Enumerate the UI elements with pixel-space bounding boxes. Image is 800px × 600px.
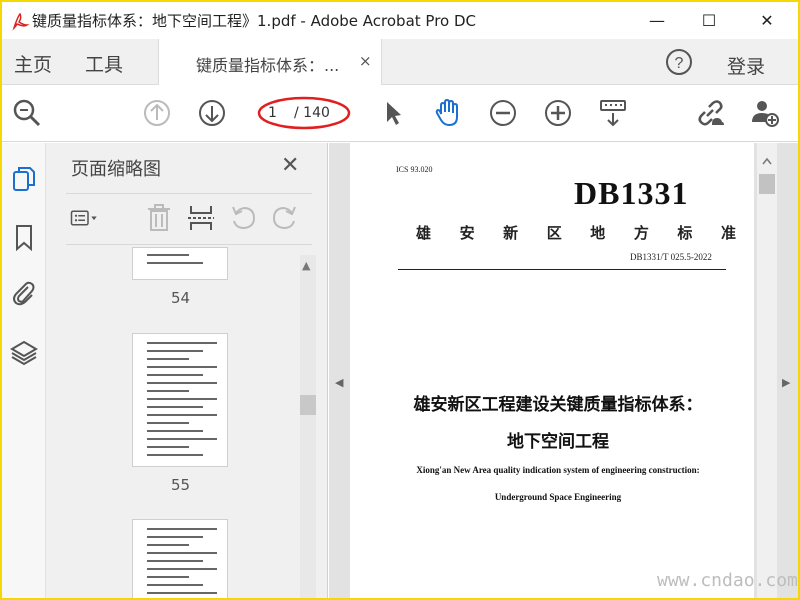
divider: [66, 193, 312, 194]
standard-type-char: 安: [459, 224, 475, 242]
window-title: 键质量指标体系：地下空间工程》1.pdf - Adobe Acrobat Pro…: [32, 12, 477, 30]
document-scrollbar-thumb[interactable]: [759, 174, 775, 194]
page-thumbnail[interactable]: [132, 247, 228, 280]
panel-title: 页面缩略图: [71, 159, 161, 180]
login-button[interactable]: 登录: [727, 52, 765, 79]
ics-code: ICS 93.020: [396, 165, 433, 174]
document-tab-label: 键质量指标体系：...: [196, 56, 340, 75]
add-user-icon[interactable]: [750, 98, 780, 128]
page-thumbnails-panel: 页面缩略图 ✕ 54 55 ▲: [46, 143, 328, 598]
layers-icon[interactable]: [10, 339, 38, 367]
document-scrollbar[interactable]: [757, 143, 777, 598]
standard-number: DB1331/T 025.5-2022: [630, 252, 712, 262]
next-page-arrow-icon[interactable]: ▶: [782, 376, 790, 389]
acrobat-icon: [12, 12, 30, 31]
document-title-line1: 雄安新区工程建设关键质量指标体系：: [413, 395, 703, 415]
minimize-button[interactable]: —: [634, 2, 680, 39]
thumbnail-scrollbar[interactable]: [300, 255, 316, 598]
link-icon[interactable]: [695, 98, 725, 128]
standard-code: DB1331: [574, 175, 689, 211]
tools-menu[interactable]: 工具: [85, 50, 123, 77]
help-icon[interactable]: ?: [665, 48, 693, 76]
panel-close-button[interactable]: ✕: [281, 153, 299, 178]
home-menu[interactable]: 主页: [14, 50, 52, 77]
thumbnail-page-number: 54: [171, 289, 191, 307]
rotate-left-icon[interactable]: [228, 203, 258, 233]
standard-type-char: 准: [720, 224, 736, 242]
standard-type-char: 标: [677, 224, 693, 242]
document-tab-close-button[interactable]: ×: [359, 52, 372, 70]
maximize-button[interactable]: ☐: [686, 2, 732, 39]
zoom-out-icon[interactable]: [488, 98, 518, 128]
page-thumbnail[interactable]: [132, 333, 228, 467]
header-rule: [398, 269, 726, 270]
page-thumbnails-icon[interactable]: [10, 165, 38, 193]
standard-type-char: 地: [590, 224, 606, 242]
standard-type-char: 雄: [416, 224, 432, 242]
standard-type-char: 方: [633, 224, 649, 242]
zoom-icon[interactable]: [12, 98, 42, 128]
document-title-line2: 地下空间工程: [507, 432, 609, 452]
scroll-up-arrow-icon[interactable]: ▲: [302, 259, 310, 272]
zoom-in-icon[interactable]: [543, 98, 573, 128]
watermark: www.cndao.com: [657, 570, 798, 591]
hand-tool-icon[interactable]: [432, 98, 462, 128]
left-navigation-rail: [2, 143, 46, 598]
english-title-line2: Underground Space Engineering: [494, 492, 622, 502]
bookmark-icon[interactable]: [10, 223, 38, 251]
insert-page-icon[interactable]: [186, 203, 216, 233]
standard-type: 雄 安 新 区 地 方 标 准: [416, 222, 736, 243]
standard-type-char: 新: [503, 224, 519, 242]
title-bar: 键质量指标体系：地下空间工程》1.pdf - Adobe Acrobat Pro…: [2, 2, 798, 39]
rotate-right-icon[interactable]: [270, 203, 300, 233]
page-thumbnail[interactable]: [132, 519, 228, 598]
english-title-line1: Xiong'an New Area quality indication sys…: [416, 465, 700, 475]
page-up-icon[interactable]: [142, 98, 172, 128]
page-down-icon[interactable]: [197, 98, 227, 128]
divider: [66, 244, 312, 245]
window-frame: 键质量指标体系：地下空间工程》1.pdf - Adobe Acrobat Pro…: [0, 0, 800, 600]
scroll-up-arrow-icon[interactable]: [761, 156, 773, 166]
select-cursor-icon[interactable]: [378, 98, 408, 128]
previous-page-arrow-icon[interactable]: ◀: [335, 376, 343, 389]
keyboard-scroll-icon[interactable]: [598, 98, 628, 128]
thumbnail-page-number: 55: [171, 476, 191, 494]
toolbar: [2, 86, 798, 142]
highlight-annotation: [257, 96, 351, 130]
attachment-icon[interactable]: [10, 279, 38, 307]
svg-text:?: ?: [675, 55, 684, 72]
thumbnail-options-icon[interactable]: [70, 203, 100, 233]
document-page: ICS 93.020 DB1331 雄 安 新 区 地 方 标 准 DB1331…: [350, 143, 754, 598]
delete-page-icon[interactable]: [144, 203, 174, 233]
close-window-button[interactable]: ✕: [744, 2, 790, 39]
document-tab[interactable]: 键质量指标体系：... ×: [158, 39, 382, 85]
thumbnail-scrollbar-thumb[interactable]: [300, 395, 316, 415]
standard-type-char: 区: [546, 224, 562, 242]
